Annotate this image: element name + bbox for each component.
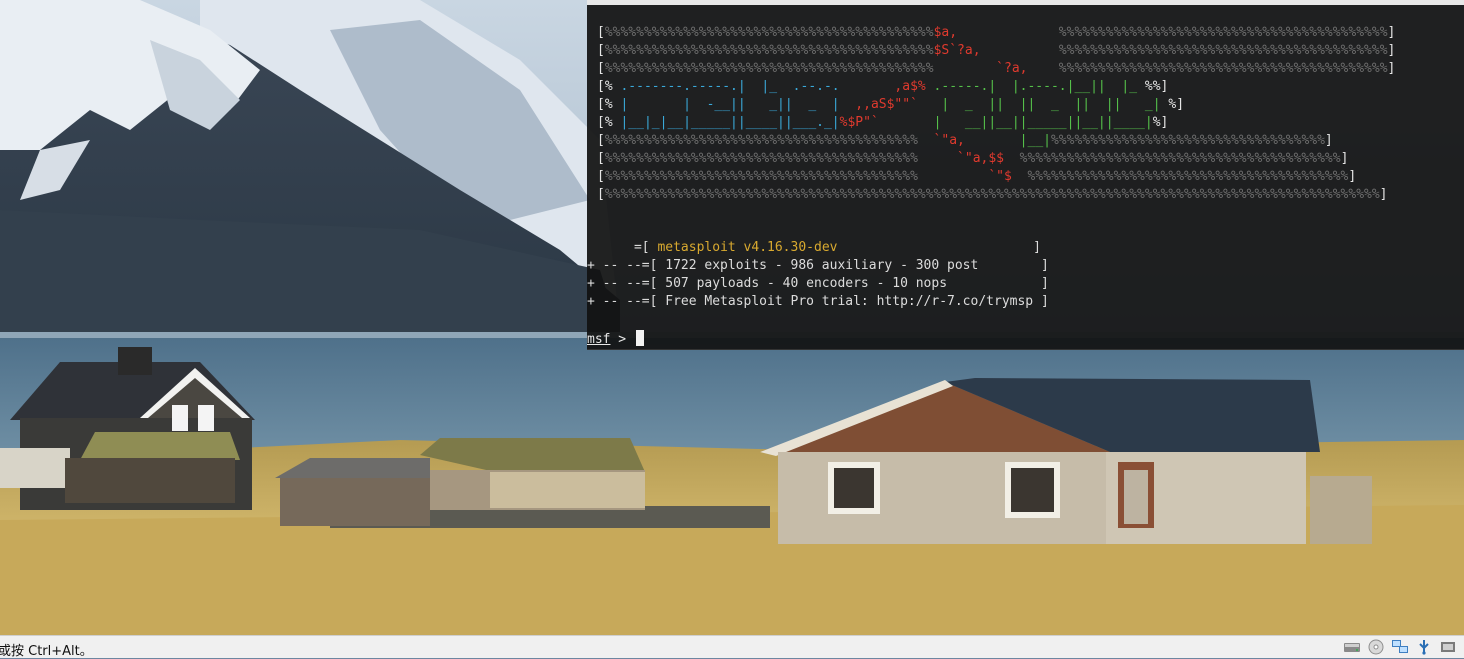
metasploit-info: =[ metasploit v4.16.30-dev ] + -- --=[ 1… — [587, 239, 1049, 311]
banner-line: [%%%%%%%%%%%%%%%%%%%%%%%%%%%%%%%%%%%%%%%… — [597, 61, 1396, 76]
text-cursor — [635, 330, 644, 346]
optical-drive-icon[interactable] — [1366, 638, 1386, 656]
metasploit-banner: [%%%%%%%%%%%%%%%%%%%%%%%%%%%%%%%%%%%%%%%… — [597, 24, 1395, 204]
banner-line: [%%%%%%%%%%%%%%%%%%%%%%%%%%%%%%%%%%%%%%%… — [597, 187, 1388, 202]
shared-folder-icon[interactable] — [1438, 638, 1458, 656]
hard-disk-icon[interactable] — [1342, 638, 1362, 656]
terminal-top-edge — [587, 0, 1464, 5]
status-hint-text: 或按 Ctrl+Alt。 — [0, 644, 93, 659]
info-line-1: =[ metasploit v4.16.30-dev ] — [587, 240, 1041, 255]
version-text: metasploit v4.16.30-dev — [657, 240, 838, 255]
usb-icon[interactable] — [1414, 638, 1434, 656]
banner-line: [%%%%%%%%%%%%%%%%%%%%%%%%%%%%%%%%%%%%%%%… — [597, 169, 1357, 184]
banner-line: [%%%%%%%%%%%%%%%%%%%%%%%%%%%%%%%%%%%%%%%… — [597, 43, 1396, 58]
terminal-window[interactable]: [%%%%%%%%%%%%%%%%%%%%%%%%%%%%%%%%%%%%%%%… — [587, 0, 1464, 350]
info-line-3: + -- --=[ 507 payloads - 40 encoders - 1… — [587, 276, 1049, 291]
vm-status-bar: 或按 Ctrl+Alt。 — [0, 635, 1464, 659]
prompt-name: msf — [587, 332, 611, 347]
command-prompt[interactable]: msf > — [587, 330, 644, 349]
banner-line: [%%%%%%%%%%%%%%%%%%%%%%%%%%%%%%%%%%%%%%%… — [597, 133, 1333, 148]
banner-line: [%%%%%%%%%%%%%%%%%%%%%%%%%%%%%%%%%%%%%%%… — [597, 151, 1349, 166]
info-line-2: + -- --=[ 1722 exploits - 986 auxiliary … — [587, 258, 1049, 273]
banner-line: [% .-------.-----.| |_ .--.-. ,a$% .----… — [597, 79, 1169, 94]
banner-line: [% |__|_|__|_____||____||___._|%$P"` | _… — [597, 115, 1169, 130]
info-line-4: + -- --=[ Free Metasploit Pro trial: htt… — [587, 294, 1049, 309]
status-icons — [1342, 638, 1458, 656]
banner-line: [%%%%%%%%%%%%%%%%%%%%%%%%%%%%%%%%%%%%%%%… — [597, 25, 1396, 40]
network-icon[interactable] — [1390, 638, 1410, 656]
banner-line: [% | | -__|| _|| _ | ,,aS$""` | _ || || … — [597, 97, 1185, 112]
prompt-symbol: > — [610, 332, 634, 347]
